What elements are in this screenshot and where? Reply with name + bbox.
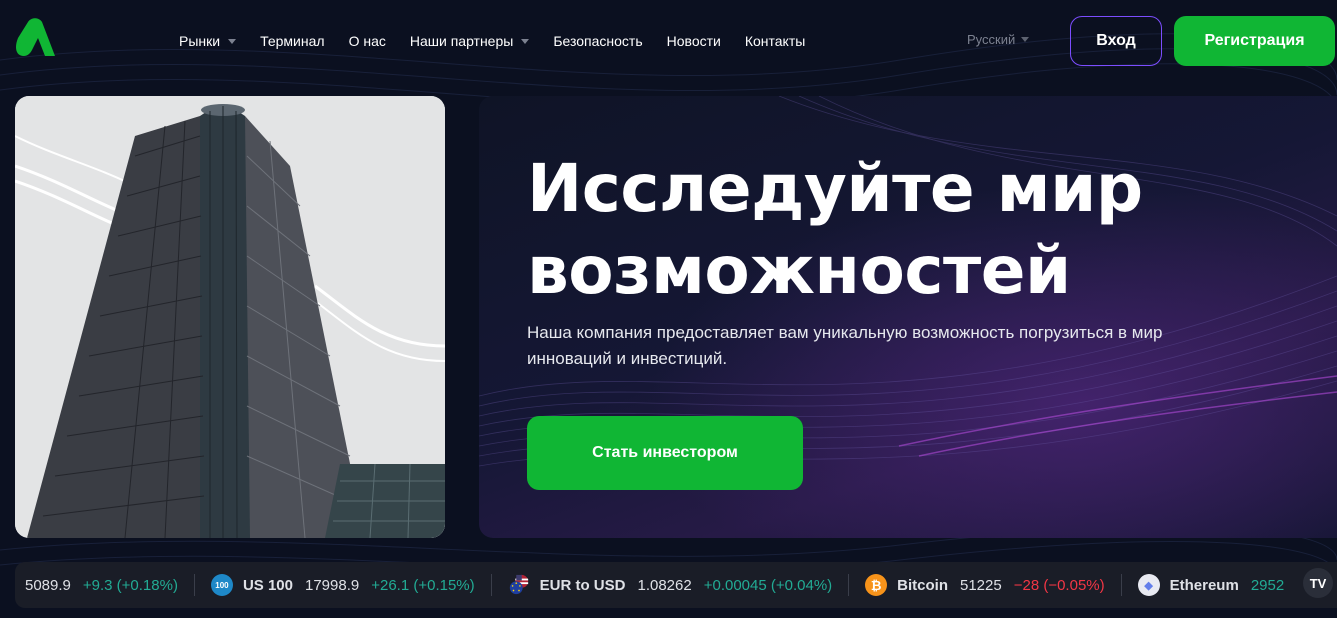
ticker-symbol: Bitcoin — [897, 576, 948, 594]
ticker-item[interactable]: EUR to USD 1.08262 +0.00045 (+0.04%) — [492, 574, 849, 596]
register-button[interactable]: Регистрация — [1174, 16, 1335, 66]
ticker-symbol: EUR to USD — [539, 576, 626, 594]
chevron-down-icon — [521, 38, 530, 44]
language-label: Русский — [967, 32, 1016, 47]
nav-item-security[interactable]: Безопасность — [553, 33, 642, 49]
nav-item-label: Безопасность — [553, 33, 643, 49]
language-select[interactable]: Русский — [967, 32, 1030, 47]
nav-item-label: Контакты — [744, 33, 806, 49]
us100-icon: 100 — [210, 574, 233, 596]
nav-item-about[interactable]: О нас — [349, 33, 386, 49]
ethereum-icon: ◆ — [1137, 574, 1160, 596]
ticker-item[interactable]: 5089.9 +9.3 (+0.18%) — [15, 577, 194, 594]
bitcoin-icon: ₿ — [865, 574, 888, 596]
nav-item-label: Наши партнеры — [409, 33, 514, 49]
eur-usd-flags-icon — [509, 574, 528, 595]
ticker-item[interactable]: ◆ Ethereum 2952 — [1122, 574, 1313, 596]
nav-item-markets[interactable]: Рынки — [179, 33, 237, 49]
chevron-down-icon — [228, 38, 237, 44]
ticker-price: 2952 — [1250, 576, 1285, 594]
tradingview-logo-icon[interactable]: TV — [1303, 568, 1333, 598]
hero-subtitle: Наша компания предоставляет вам уникальн… — [527, 323, 1163, 368]
chevron-down-icon — [1021, 37, 1030, 42]
ticker-price: 51225 — [960, 576, 1002, 594]
ticker-item[interactable]: 100 US 100 17998.9 +26.1 (+0.15%) — [195, 574, 491, 596]
hero-section: Исследуйте мир возможностей Наша компани… — [479, 96, 1337, 538]
ticker-change: +9.3 (+0.18%) — [82, 576, 178, 594]
nav-item-label: О нас — [348, 33, 386, 49]
skyscraper-illustration — [15, 96, 445, 538]
nav-item-contacts[interactable]: Контакты — [745, 33, 805, 49]
nav-item-terminal[interactable]: Терминал — [260, 33, 324, 49]
ticker-price: 5089.9 — [25, 576, 71, 594]
ticker-symbol: US 100 — [242, 576, 293, 594]
hero-title: Исследуйте мир возможностей — [527, 150, 1143, 309]
nav-item-news[interactable]: Новости — [667, 33, 721, 49]
ticker-symbol: Ethereum — [1169, 576, 1239, 594]
market-ticker: 5089.9 +9.3 (+0.18%) 100 US 100 17998.9 … — [15, 562, 1337, 608]
nav-item-partners[interactable]: Наши партнеры — [409, 33, 530, 49]
become-investor-button[interactable]: Стать инвестором — [527, 416, 803, 490]
ticker-change: +0.00045 (+0.04%) — [703, 576, 833, 594]
ticker-price: 17998.9 — [305, 576, 360, 594]
logo-icon[interactable] — [14, 18, 56, 58]
ticker-change: −28 (−0.05%) — [1013, 576, 1105, 594]
nav-item-label: Новости — [666, 33, 721, 49]
ticker-item[interactable]: ₿ Bitcoin 51225 −28 (−0.05%) — [849, 574, 1120, 596]
hero-image — [15, 96, 445, 538]
nav-item-label: Терминал — [260, 33, 325, 49]
main-nav: Рынки Терминал О нас Наши партнеры Безоп… — [179, 30, 829, 52]
ticker-price: 1.08262 — [637, 576, 692, 594]
nav-item-label: Рынки — [179, 33, 221, 49]
site-header: Рынки Терминал О нас Наши партнеры Безоп… — [0, 0, 1337, 82]
ticker-change: +26.1 (+0.15%) — [371, 576, 475, 594]
login-button[interactable]: Вход — [1070, 16, 1162, 66]
